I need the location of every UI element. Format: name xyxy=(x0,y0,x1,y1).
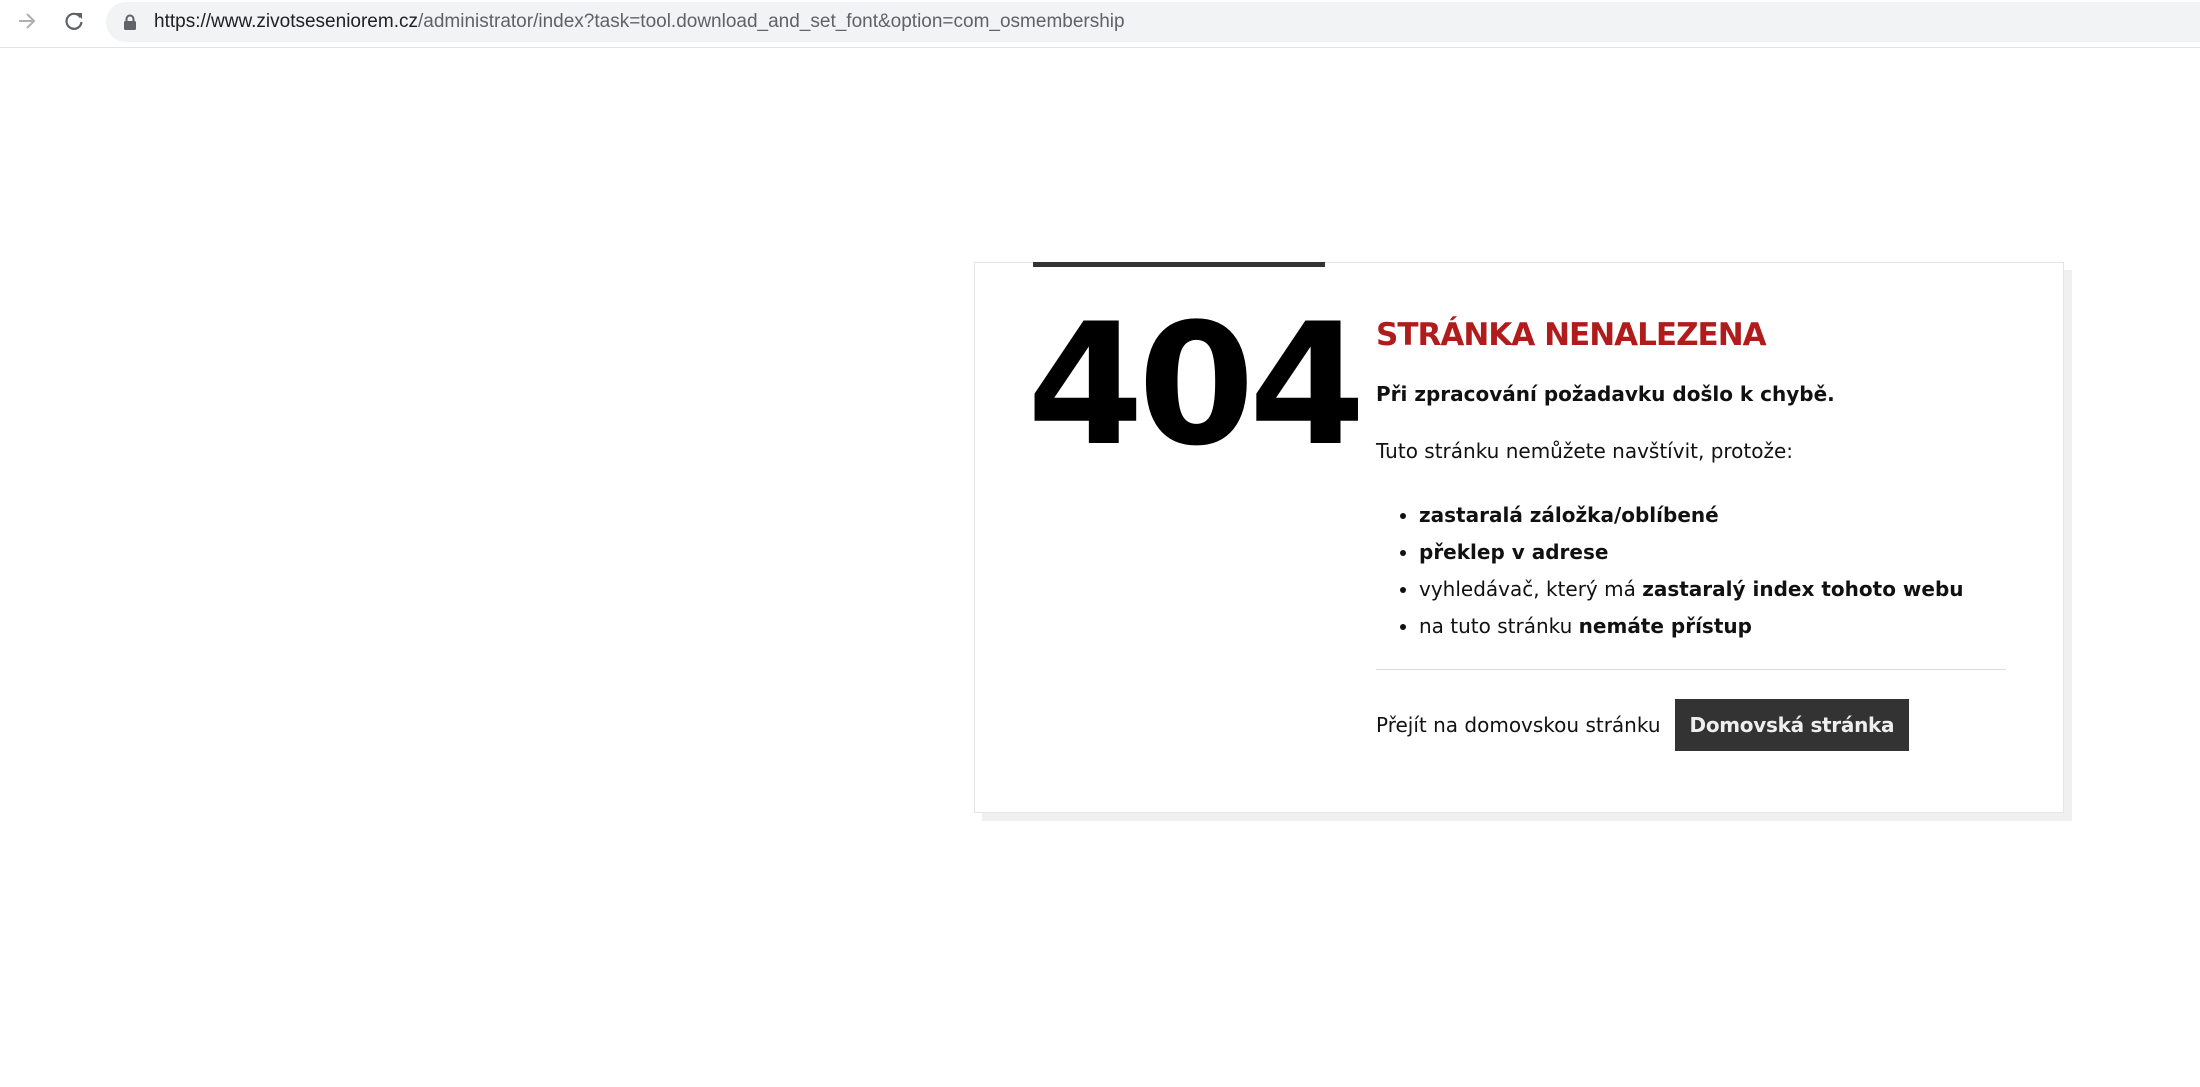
reason-item: na tuto stránku nemáte přístup xyxy=(1419,608,2006,645)
accent-line xyxy=(1033,262,1325,267)
footer-text: Přejít na domovskou stránku xyxy=(1376,713,1661,738)
address-bar[interactable]: https://www.zivotseseniorem.cz/administr… xyxy=(106,2,2200,42)
home-button[interactable]: Domovská stránka xyxy=(1674,699,1910,752)
reason-plain: vyhledávač, který má xyxy=(1419,577,1643,602)
reload-icon xyxy=(65,12,83,30)
url-host: https://www.zivotseseniorem.cz xyxy=(154,11,418,32)
forward-button[interactable] xyxy=(12,6,42,36)
error-lead: Při zpracování požadavku došlo k chybě. xyxy=(1376,382,1835,407)
reasons-list: zastaralá záložka/oblíbené překlep v adr… xyxy=(1376,497,2006,645)
footer-row: Přejít na domovskou stránku Domovská str… xyxy=(1376,699,2006,752)
error-code: 404 xyxy=(1027,287,1366,483)
reason-item: zastaralá záložka/oblíbené xyxy=(1419,497,2006,534)
reason-item: překlep v adrese xyxy=(1419,534,2006,571)
url-path: /administrator/index?task=tool.download_… xyxy=(417,11,1125,32)
lock-icon xyxy=(124,14,136,30)
error-intro: Tuto stránku nemůžete navštívit, protože… xyxy=(1376,439,1794,464)
reason-plain: na tuto stránku xyxy=(1419,614,1579,639)
reason-bold: nemáte přístup xyxy=(1578,614,1752,639)
reason-bold: zastaralý index tohoto webu xyxy=(1642,577,1964,602)
forward-arrow-icon xyxy=(19,13,36,29)
error-card: 404 STRÁNKA NENALEZENA Při zpracování po… xyxy=(974,262,2064,813)
error-title: STRÁNKA NENALEZENA xyxy=(1376,317,1767,353)
reason-bold: překlep v adrese xyxy=(1419,540,1609,565)
error-content: STRÁNKA NENALEZENA Při zpracování požada… xyxy=(1376,317,2006,752)
reason-bold: zastaralá záložka/oblíbené xyxy=(1419,503,1719,528)
browser-toolbar: https://www.zivotseseniorem.cz/administr… xyxy=(0,0,2200,48)
divider xyxy=(1376,669,2006,671)
url-text[interactable]: https://www.zivotseseniorem.cz/administr… xyxy=(154,2,1125,42)
reason-item: vyhledávač, který má zastaralý index toh… xyxy=(1419,571,2006,608)
reload-button[interactable] xyxy=(59,6,89,36)
